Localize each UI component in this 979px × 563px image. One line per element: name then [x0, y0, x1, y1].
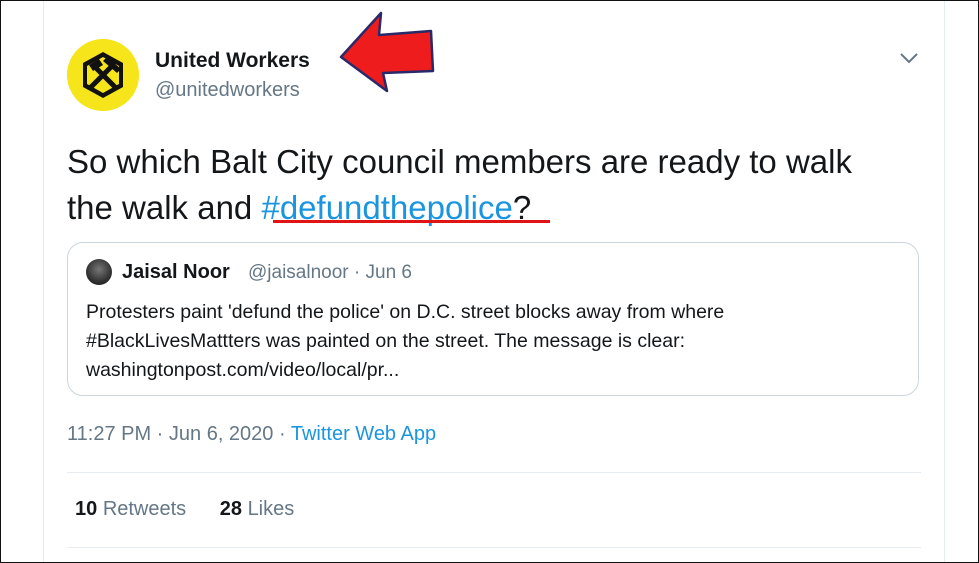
source-app-link[interactable]: Twitter Web App: [291, 423, 436, 445]
retweets-stat[interactable]: 10 Retweets: [75, 498, 186, 520]
likes-count: 28: [219, 498, 242, 520]
annotation-arrow: [339, 11, 435, 93]
divider: [67, 547, 921, 548]
retweets-label: Retweets: [102, 498, 187, 520]
quoted-text-line: washingtonpost.com/video/local/pr...: [86, 359, 400, 381]
quoted-tweet-card[interactable]: Jaisal Noor @jaisalnoor · Jun 6 Proteste…: [67, 242, 919, 396]
likes-label: Likes: [247, 498, 295, 520]
quoted-avatar[interactable]: [86, 259, 112, 285]
tweet-meta: 11:27 PM · Jun 6, 2020 · Twitter Web App: [67, 423, 436, 446]
tweet-text: So which Balt City council members are r…: [67, 139, 907, 231]
quoted-display-name: Jaisal Noor: [122, 261, 230, 283]
chevron-down-icon[interactable]: [898, 49, 920, 67]
screenshot-frame: United Workers @unitedworkers So which B…: [0, 0, 979, 563]
quoted-handle-date: @jaisalnoor · Jun 6: [248, 262, 412, 283]
quoted-text: Protesters paint 'defund the police' on …: [86, 298, 886, 385]
author-display-name[interactable]: United Workers: [155, 49, 310, 73]
retweets-count: 10: [75, 498, 98, 520]
annotation-underline: [273, 220, 550, 223]
tweet-timestamp[interactable]: 11:27 PM · Jun 6, 2020 ·: [67, 423, 291, 445]
hammer-pick-logo: [67, 39, 139, 111]
author-avatar[interactable]: [67, 39, 139, 111]
quoted-text-line: Protesters paint 'defund the police' on …: [86, 301, 725, 323]
quoted-text-line: #BlackLivesMattters was painted on the s…: [86, 330, 686, 352]
likes-stat[interactable]: 28 Likes: [220, 498, 295, 520]
author-handle[interactable]: @unitedworkers: [155, 79, 300, 102]
tweet-stats: 10 Retweets 28 Likes: [75, 498, 322, 521]
divider: [67, 472, 921, 473]
